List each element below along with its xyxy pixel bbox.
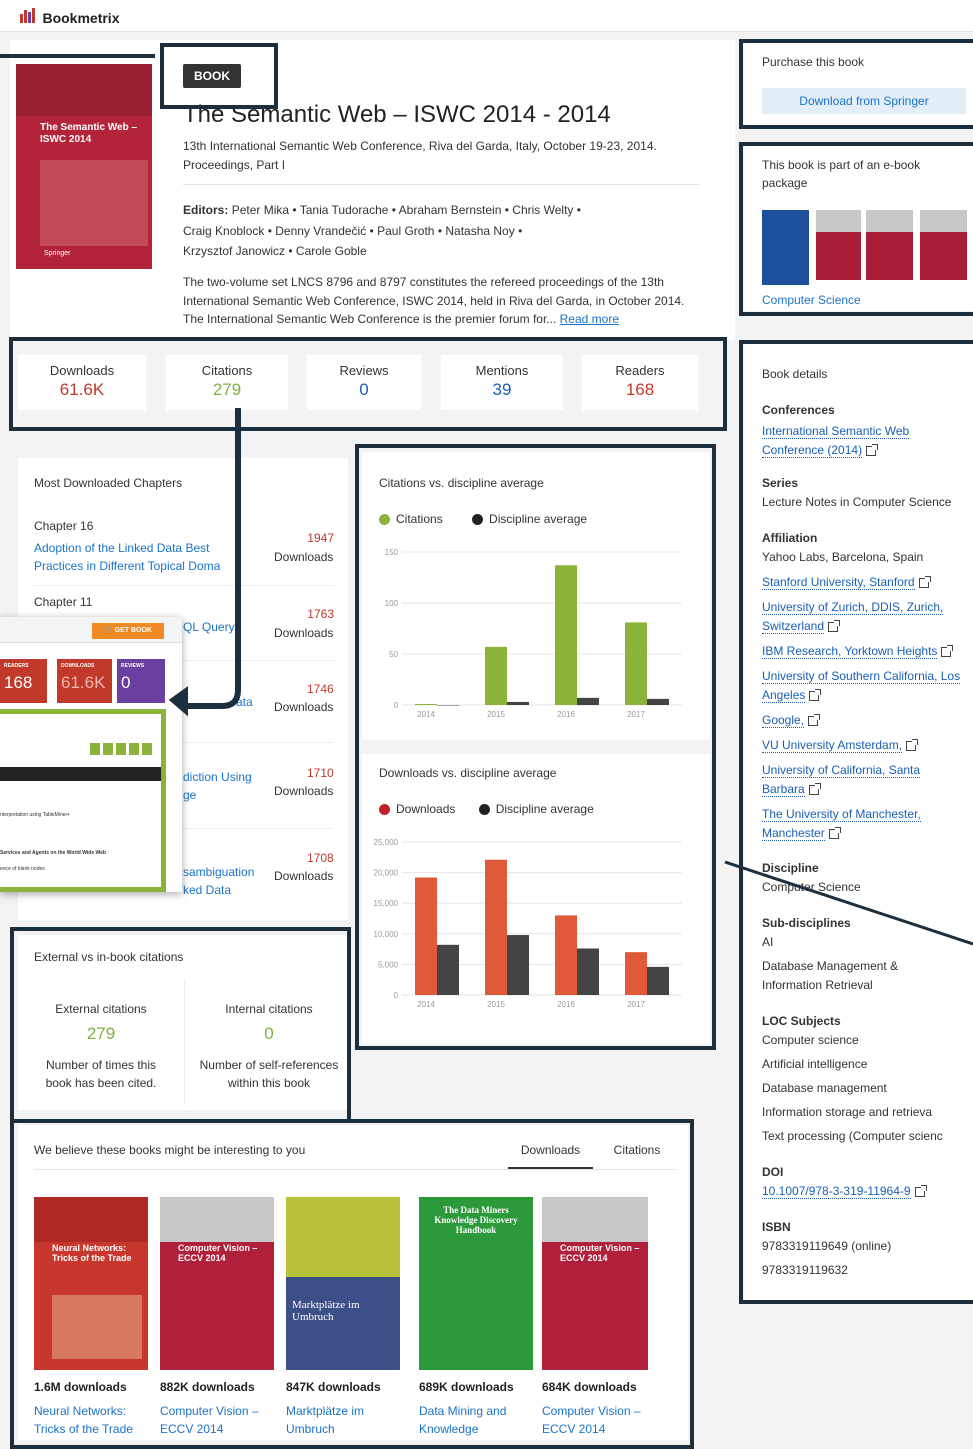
arrow-head — [168, 686, 188, 717]
annotation-arrows — [168, 408, 973, 946]
arrow-charts-to-right — [724, 860, 973, 946]
arrow-citations-to-widget — [186, 408, 241, 709]
